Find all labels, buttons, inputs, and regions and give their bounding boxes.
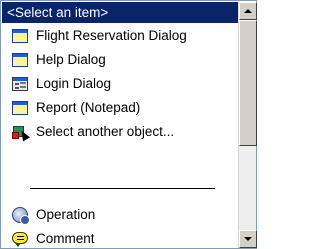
vertical-scrollbar[interactable] (238, 2, 257, 248)
list-separator (30, 188, 215, 189)
list-item-login-dialog[interactable]: Login Dialog (2, 73, 238, 94)
list-item-comment[interactable]: Comment (2, 228, 238, 248)
window-icon (11, 51, 29, 69)
list-item-report-notepad[interactable]: Report (Notepad) (2, 97, 238, 118)
list-item-label: Report (Notepad) (36, 100, 141, 115)
list-item-operation[interactable]: Operation (2, 204, 238, 225)
scroll-down-button[interactable] (239, 230, 257, 248)
operation-icon (11, 206, 30, 225)
list-item-select-an-item[interactable]: <Select an item> (2, 2, 238, 23)
arrow-up-icon (244, 9, 252, 13)
list-item-label: Flight Reservation Dialog (36, 28, 187, 43)
object-dropdown-list[interactable]: <Select an item> Flight Reservation Dial… (0, 0, 257, 249)
list-item-label: Operation (36, 207, 96, 222)
list-item-label: Select another object... (36, 124, 175, 139)
list-item-label: <Select an item> (7, 5, 109, 20)
list-item-label: Comment (36, 231, 95, 246)
list-item-label: Help Dialog (36, 52, 106, 67)
list-item-help-dialog[interactable]: Help Dialog (2, 49, 238, 70)
list-item-flight-reservation-dialog[interactable]: Flight Reservation Dialog (2, 25, 238, 46)
list-item-select-another-object[interactable]: Select another object... (2, 121, 238, 142)
list-items: <Select an item> Flight Reservation Dial… (2, 2, 238, 248)
scroll-up-button[interactable] (239, 2, 257, 20)
window-icon (11, 27, 29, 45)
arrow-down-icon (244, 237, 252, 241)
form-icon (11, 75, 29, 93)
object-picker-icon (11, 123, 30, 141)
comment-icon (11, 230, 29, 248)
list-item-label: Login Dialog (36, 76, 112, 91)
scroll-thumb[interactable] (239, 20, 257, 146)
window-icon (11, 99, 29, 117)
